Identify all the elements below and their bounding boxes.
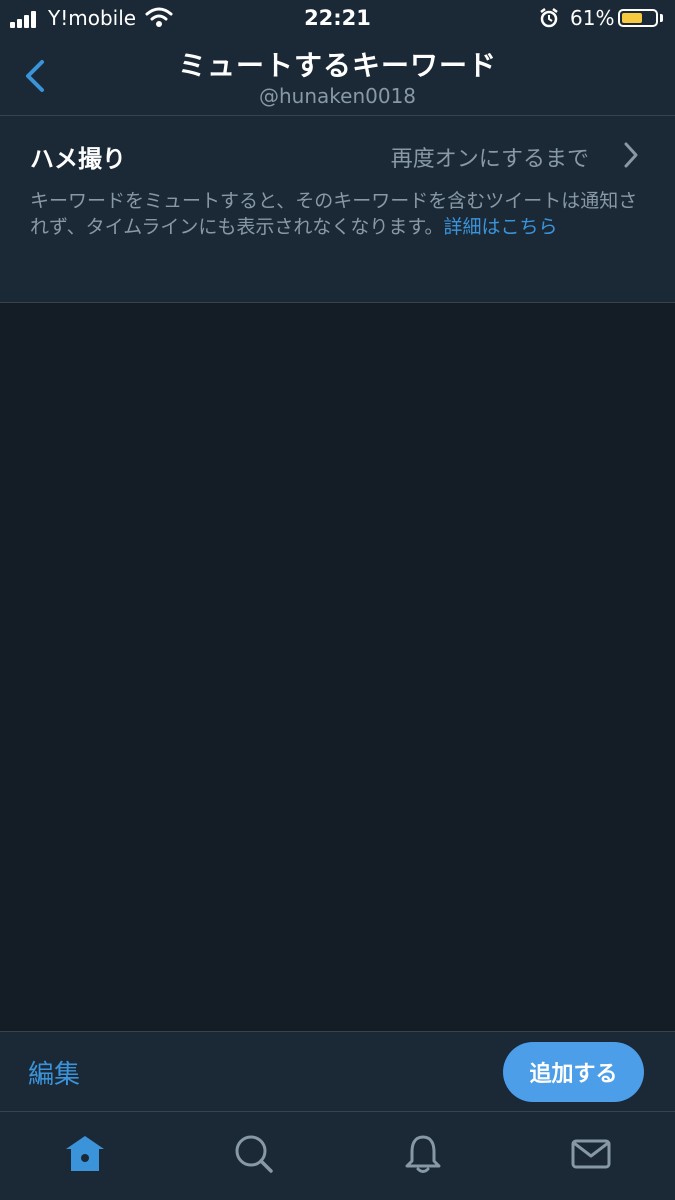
keyword-name: ハメ撮り (30, 145, 126, 173)
add-keyword-button[interactable]: 追加する (503, 1042, 644, 1102)
battery-percent: 61% (570, 6, 615, 30)
learn-more-link[interactable]: 詳細はこちら (443, 216, 557, 238)
alarm-icon (540, 8, 558, 28)
messages-icon[interactable] (569, 1132, 613, 1176)
battery-level (622, 13, 642, 23)
page-title: ミュートするキーワード (177, 49, 497, 82)
muted-keyword-row[interactable]: ハメ撮り 再度オンにするまで (0, 117, 675, 191)
account-handle: @hunaken0018 (258, 84, 417, 108)
mute-description: キーワードをミュートすると、そのキーワードを含むツイートは通知されず、タイムライ… (30, 188, 645, 240)
bottom-toolbar: 編集 追加する (0, 1032, 675, 1112)
tab-bar (0, 1112, 675, 1200)
notifications-icon[interactable] (401, 1132, 445, 1176)
battery-icon (618, 9, 658, 27)
chevron-right-icon (624, 142, 638, 168)
status-bar: Y!mobile 22:21 61% (0, 0, 675, 36)
content-divider (0, 302, 675, 303)
search-icon[interactable] (232, 1132, 276, 1176)
mute-duration: 再度オンにするまで (390, 147, 589, 172)
battery-cap (660, 14, 663, 22)
header-divider (0, 115, 675, 116)
edit-button[interactable]: 編集 (28, 1054, 80, 1091)
home-icon[interactable] (63, 1132, 107, 1176)
